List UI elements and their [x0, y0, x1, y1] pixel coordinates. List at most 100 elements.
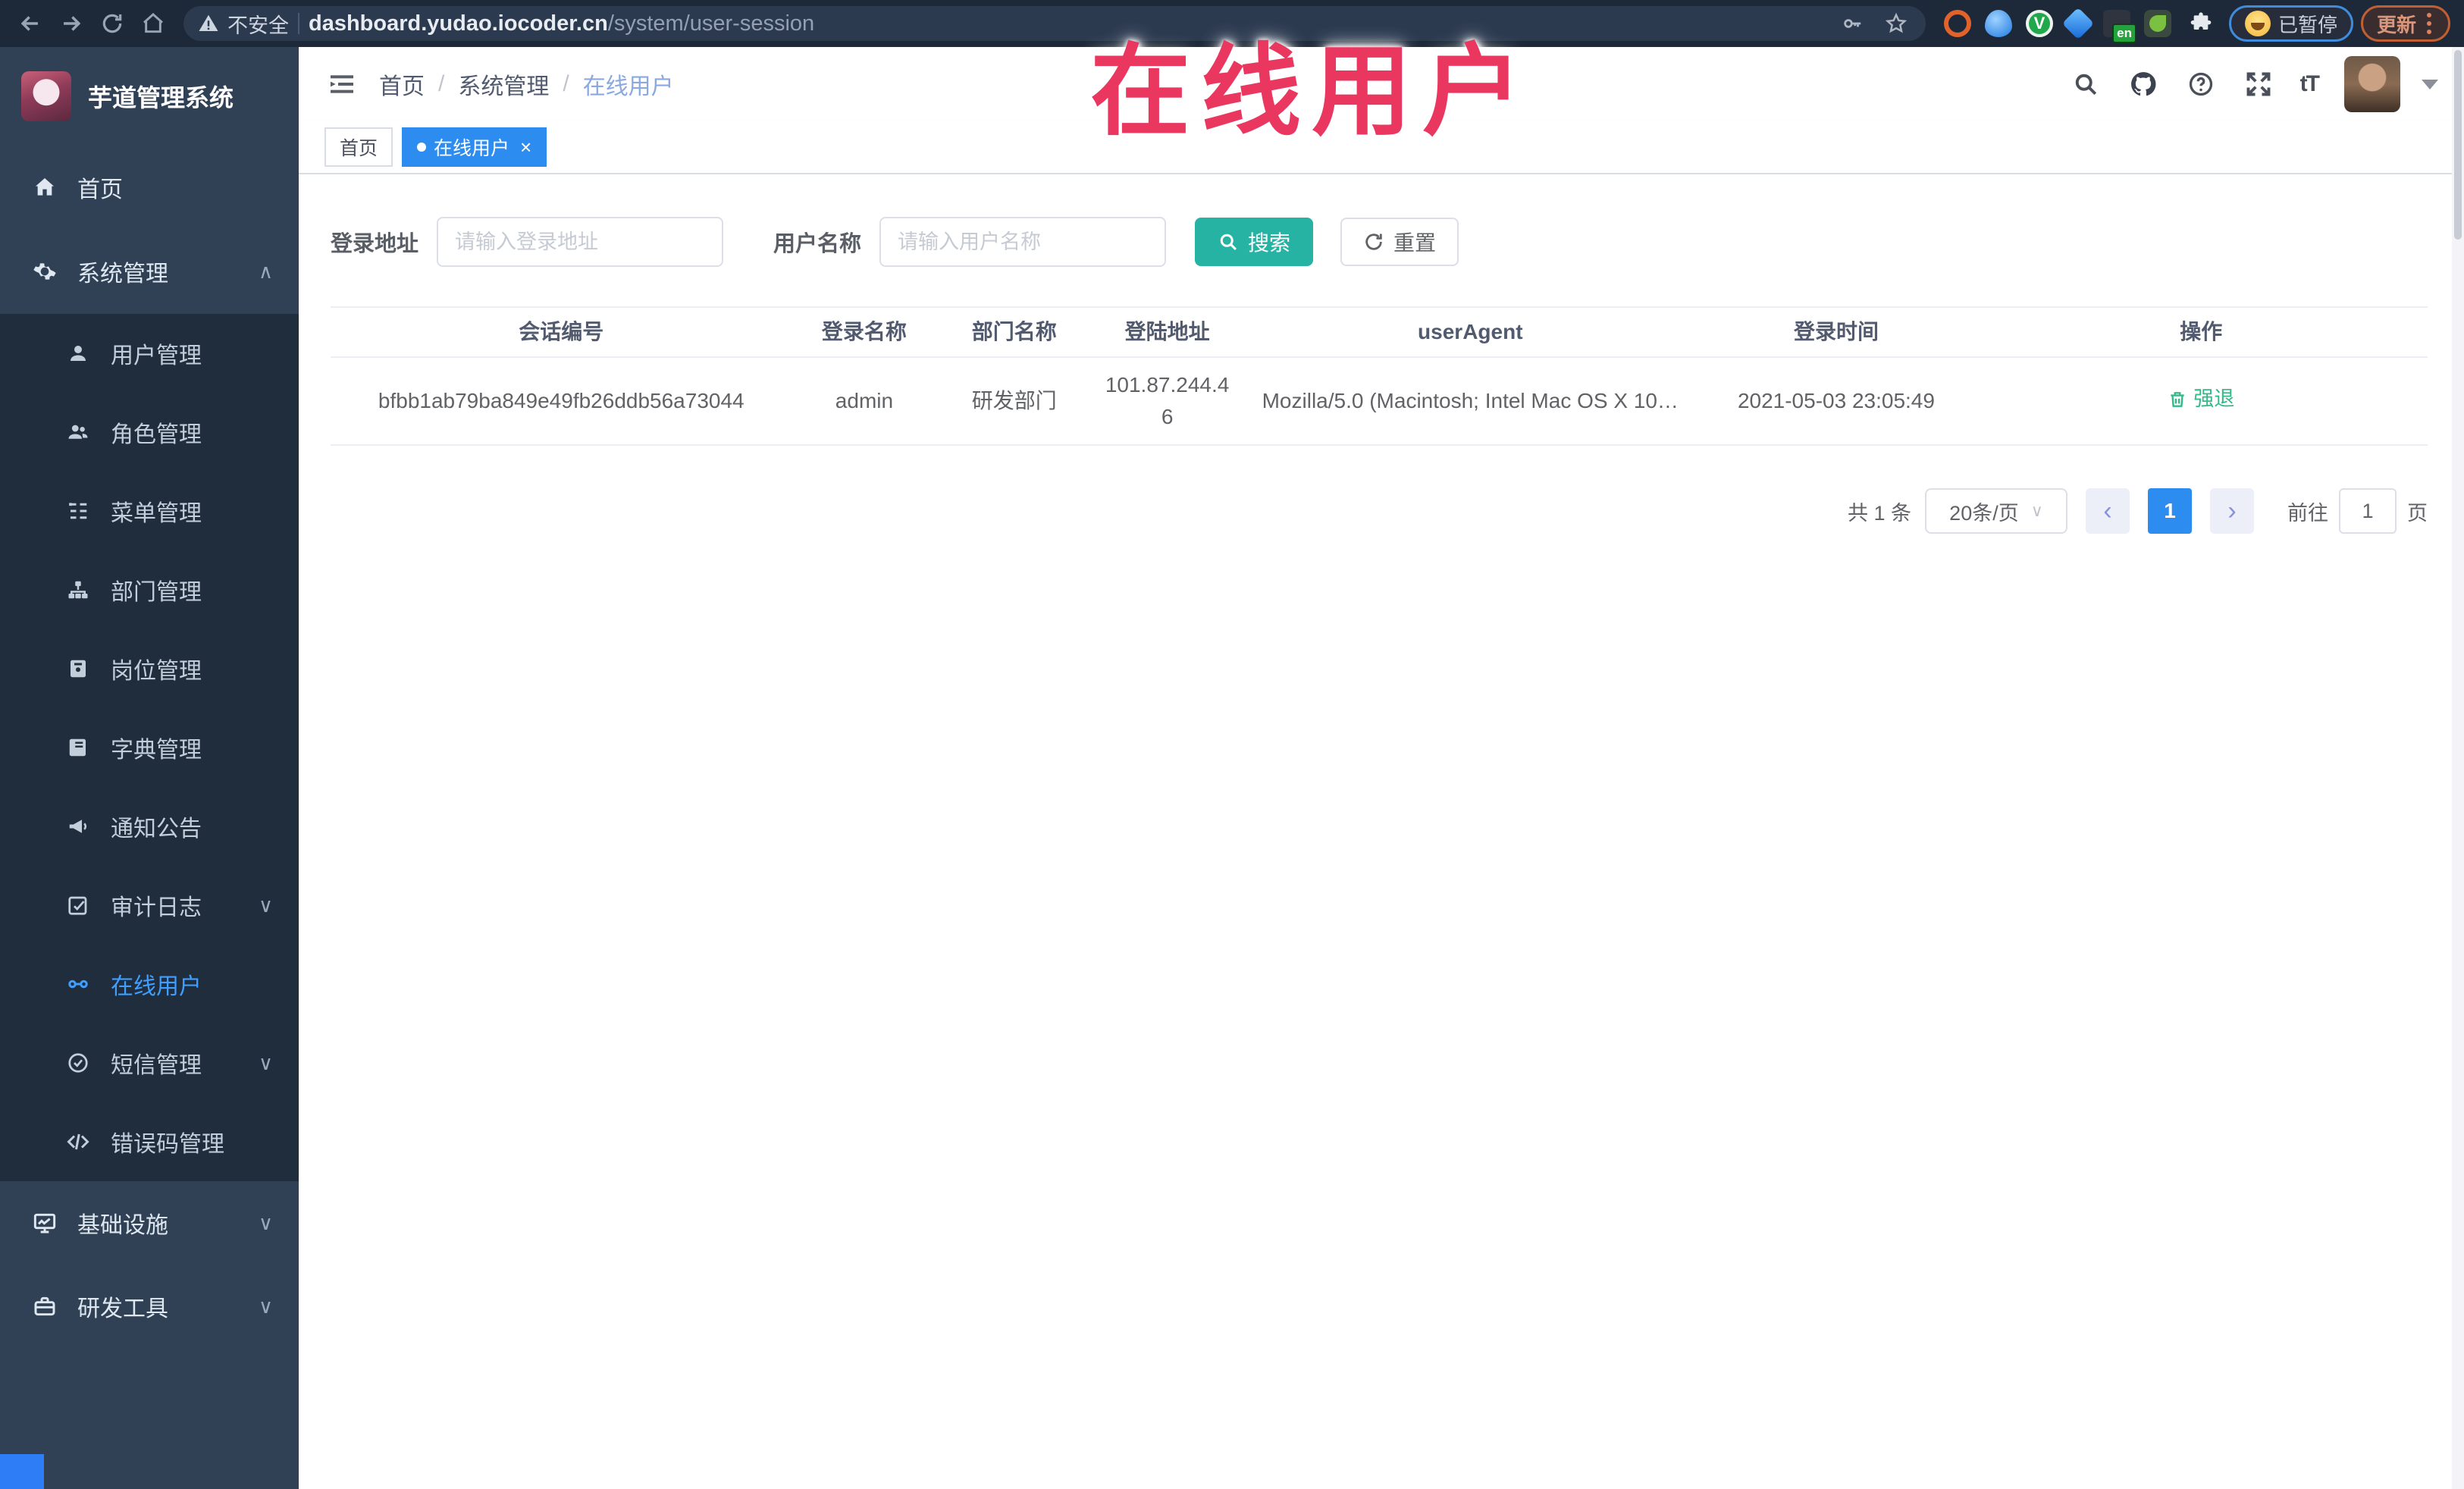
pagination-total: 共 1 条	[1847, 501, 1911, 525]
breadcrumb-home[interactable]: 首页	[379, 67, 425, 101]
sidebar: 芋道管理系统 首页 系统管理 ∧ 用户管理 角色管理 菜单管理 部门管理 岗位管…	[0, 47, 299, 1489]
scrollbar-thumb[interactable]	[2454, 50, 2462, 240]
bookmark-star-icon[interactable]	[1880, 8, 1912, 39]
page-size-select[interactable]: 20条/页 ∨	[1925, 488, 2067, 534]
reset-button-label: 重置	[1393, 231, 1437, 255]
sidebar-item-label: 角色管理	[111, 422, 202, 447]
sidebar-item-notice[interactable]: 通知公告	[0, 787, 299, 866]
password-key-icon[interactable]	[1836, 8, 1868, 39]
prev-page-button[interactable]: ‹	[2086, 488, 2130, 534]
breadcrumb: 首页 / 系统管理 / 在线用户	[379, 67, 674, 101]
sidebar-item-role-mgmt[interactable]: 角色管理	[0, 393, 299, 472]
filter-form: 登录地址 用户名称 搜索 重置	[331, 217, 2428, 267]
user-avatar[interactable]	[2344, 56, 2400, 112]
sidebar-item-system-mgmt[interactable]: 系统管理 ∧	[0, 229, 299, 314]
home-icon	[32, 174, 58, 200]
breadcrumb-separator: /	[438, 71, 445, 96]
next-page-button[interactable]: ›	[2210, 488, 2254, 534]
fullscreen-icon[interactable]	[2243, 68, 2274, 100]
cell-username: admin	[835, 389, 894, 412]
sidebar-item-user-mgmt[interactable]: 用户管理	[0, 314, 299, 393]
tag-online-users[interactable]: 在线用户 ×	[402, 127, 547, 167]
sidebar-item-menu-mgmt[interactable]: 菜单管理	[0, 472, 299, 550]
browser-forward-icon[interactable]	[55, 7, 88, 40]
github-icon[interactable]	[2127, 68, 2159, 100]
font-size-icon[interactable]: tT	[2300, 71, 2320, 97]
extension-green-check-icon[interactable]: V	[2025, 10, 2053, 37]
current-page-button[interactable]: 1	[2148, 488, 2192, 534]
app-logo-image	[21, 71, 71, 121]
sidebar-item-label: 用户管理	[111, 343, 202, 368]
extension-orange-icon[interactable]	[1943, 10, 1971, 37]
login-address-input[interactable]	[437, 217, 724, 267]
next-arrow-icon: ›	[2227, 496, 2237, 525]
profile-paused-chip[interactable]: 已暂停	[2228, 5, 2353, 42]
col-username: 登录名称	[821, 320, 907, 343]
extension-diamond-icon[interactable]	[2061, 7, 2095, 40]
gear-icon	[32, 259, 58, 284]
sidebar-item-audit-log[interactable]: 审计日志 ∨	[0, 866, 299, 945]
sidebar-item-label: 错误码管理	[111, 1132, 224, 1157]
sidebar-item-online-users[interactable]: 在线用户	[0, 945, 299, 1023]
username-input[interactable]	[879, 217, 1167, 267]
browser-home-icon[interactable]	[136, 7, 170, 40]
breadcrumb-system[interactable]: 系统管理	[458, 67, 549, 101]
select-caret-icon: ∨	[2030, 501, 2043, 520]
sidebar-item-label: 审计日志	[111, 895, 202, 920]
header-search-icon[interactable]	[2070, 68, 2102, 100]
pagination: 共 1 条 20条/页 ∨ ‹ 1 › 前往 页	[331, 488, 2428, 534]
address-bar[interactable]: 不安全 dashboard.yudao.iocoder.cn/system/us…	[183, 6, 1926, 41]
sidebar-item-home[interactable]: 首页	[0, 146, 299, 229]
sidebar-item-label: 岗位管理	[111, 659, 202, 684]
sidebar-item-label: 基础设施	[77, 1213, 168, 1238]
security-label: 不安全	[227, 14, 289, 37]
sidebar-item-infrastructure[interactable]: 基础设施 ∨	[0, 1181, 299, 1265]
goto-page-input[interactable]	[2339, 488, 2397, 534]
browser-back-icon[interactable]	[14, 7, 47, 40]
extension-leaf-icon[interactable]	[2143, 10, 2171, 37]
extension-drop-icon[interactable]	[1984, 10, 2012, 37]
browser-reload-icon[interactable]	[96, 7, 129, 40]
sidebar-item-dict-mgmt[interactable]: 字典管理	[0, 708, 299, 787]
chevron-down-icon: ∨	[258, 1051, 273, 1074]
toolbox-icon	[32, 1293, 58, 1319]
page-unit-label: 页	[2407, 501, 2428, 525]
sidebar-item-post-mgmt[interactable]: 岗位管理	[0, 629, 299, 708]
help-icon[interactable]	[2185, 68, 2217, 100]
tag-close-icon[interactable]: ×	[520, 136, 531, 159]
browser-update-button[interactable]: 更新	[2360, 5, 2450, 42]
sidebar-item-sms-mgmt[interactable]: 短信管理 ∨	[0, 1023, 299, 1102]
chevron-down-icon: ∨	[258, 1294, 273, 1318]
page-scrollbar[interactable]	[2452, 47, 2464, 1489]
col-user-agent: userAgent	[1418, 320, 1523, 343]
sidebar-item-dept-mgmt[interactable]: 部门管理	[0, 550, 299, 629]
tag-home[interactable]: 首页	[324, 127, 393, 167]
paused-badge-label: 已暂停	[2277, 13, 2337, 36]
browser-menu-icon[interactable]	[2424, 13, 2434, 34]
force-logout-button[interactable]: 强退	[2168, 384, 2234, 415]
extension-translate-icon[interactable]	[2102, 10, 2136, 43]
sessions-table: 会话编号 登录名称 部门名称 登陆地址 userAgent 登录时间 操作 bf…	[331, 306, 2428, 446]
avatar-caret-icon[interactable]	[2422, 79, 2438, 89]
megaphone-icon	[65, 813, 91, 839]
sidebar-item-dev-tools[interactable]: 研发工具 ∨	[0, 1265, 299, 1348]
sidebar-item-label: 通知公告	[111, 817, 202, 842]
sidebar-item-label: 首页	[77, 177, 123, 202]
sidebar-fold-icon[interactable]	[324, 67, 359, 102]
url-text[interactable]: dashboard.yudao.iocoder.cn/system/user-s…	[309, 11, 1827, 36]
sidebar-item-label: 短信管理	[111, 1053, 202, 1078]
sidebar-logo-row[interactable]: 芋道管理系统	[0, 47, 299, 146]
sidebar-item-label: 字典管理	[111, 738, 202, 763]
sidebar-item-error-code[interactable]: 错误码管理	[0, 1102, 299, 1181]
annotation-title: 在线用户	[1090, 36, 1533, 147]
table-row: bfbb1ab79ba849e49fb26ddb56a73044 admin 研…	[331, 358, 2428, 446]
warning-triangle-icon	[199, 14, 218, 31]
security-warning[interactable]: 不安全	[197, 9, 289, 39]
delete-icon	[2171, 391, 2184, 407]
extensions-puzzle-icon[interactable]	[2185, 8, 2217, 39]
reset-button[interactable]: 重置	[1340, 218, 1459, 266]
search-button[interactable]: 搜索	[1195, 218, 1314, 266]
tree-list-icon	[65, 498, 91, 524]
app-title: 芋道管理系统	[88, 84, 234, 111]
user-icon	[65, 340, 91, 366]
